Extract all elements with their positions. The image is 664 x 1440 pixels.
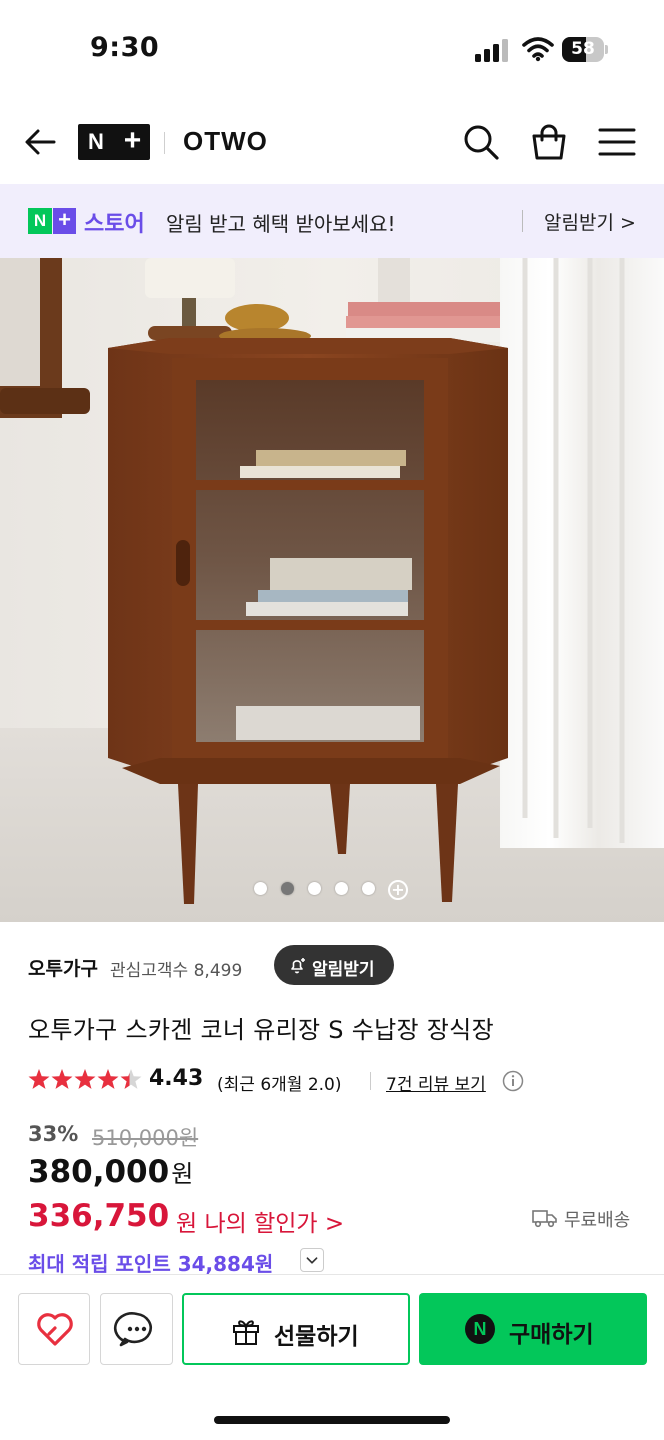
banner-subscribe-link[interactable]: 알림받기 > [544, 208, 636, 235]
wishlist-button[interactable] [18, 1293, 90, 1365]
chat-bubble-icon [114, 1312, 152, 1347]
status-bar: 9:30 58 [0, 0, 664, 100]
rating-value: 4.43 [149, 1066, 204, 1091]
store-name[interactable]: 오투가구 [28, 954, 98, 981]
search-icon[interactable] [461, 122, 501, 162]
free-shipping-label: 무료배송 [564, 1210, 631, 1231]
gift-label: 선물하기 [274, 1324, 359, 1350]
product-title: 오투가구 스카겐 코너 유리장 S 수납장 장식장 [28, 1016, 494, 1044]
rating-row: 4.43 (최근 6개월 2.0) 7건 리뷰 보기 [28, 1066, 648, 1098]
back-arrow-icon[interactable] [20, 122, 60, 162]
gift-icon [233, 1320, 259, 1345]
rating-stars-icon [28, 1069, 142, 1089]
wifi-icon [522, 37, 554, 62]
sale-price: 380,000원 [28, 1154, 193, 1190]
carousel-dot[interactable] [254, 882, 267, 895]
battery-percent: 58 [571, 39, 595, 59]
discount-rate: 33% [28, 1122, 79, 1146]
corner-cabinet-photo [0, 258, 664, 922]
banner-divider [522, 210, 523, 232]
star-filled [51, 1069, 73, 1089]
heart-icon [37, 1313, 73, 1346]
star-filled [28, 1069, 50, 1089]
battery-tip [605, 45, 608, 54]
home-indicator [214, 1416, 450, 1424]
truck-icon [532, 1210, 557, 1228]
status-time: 9:30 [90, 32, 160, 63]
star-filled [97, 1069, 119, 1089]
info-icon[interactable] [502, 1070, 524, 1092]
carousel-more-icon[interactable]: + [388, 880, 408, 900]
original-price: 510,000원 [92, 1126, 199, 1150]
naver-plus-logo[interactable]: N + [78, 124, 150, 160]
battery-icon: 58 [562, 37, 608, 62]
my-discount-price: 336,750 [28, 1198, 170, 1234]
free-shipping: 무료배송 [532, 1206, 648, 1232]
shopping-bag-icon[interactable] [529, 122, 569, 162]
max-points: 최대 적립 포인트 34,884원 [28, 1252, 274, 1276]
talk-talk-button[interactable] [100, 1293, 173, 1365]
rating-recent: (최근 6개월 2.0) [217, 1075, 342, 1095]
banner-brand: 스토어 [84, 212, 145, 237]
star-filled [74, 1069, 96, 1089]
banner-text: 알림 받고 혜택 받아보세요! [166, 212, 396, 236]
menu-icon[interactable] [597, 122, 637, 162]
store-notify-label: 알림받기 [312, 960, 375, 980]
buy-button[interactable]: N 구매하기 [419, 1293, 647, 1365]
sale-price-value: 380,000 [28, 1154, 170, 1190]
carousel-dot-active[interactable] [281, 882, 294, 895]
logo-plus: + [123, 124, 142, 157]
store-notify-button[interactable]: 알림받기 [274, 945, 394, 985]
cellular-signal-icon [475, 39, 508, 62]
naver-pay-icon: N [465, 1314, 495, 1344]
my-discount-link[interactable]: 원 나의 할인가 > [176, 1204, 344, 1238]
bell-plus-icon [291, 958, 305, 974]
carousel-dot[interactable] [335, 882, 348, 895]
carousel-dots[interactable]: + [252, 880, 422, 900]
price-block: 33% 510,000원 380,000원 336,750 원 나의 할인가 >… [28, 1120, 648, 1280]
buy-label: 구매하기 [509, 1322, 594, 1348]
review-link[interactable]: 7건 리뷰 보기 [386, 1070, 486, 1095]
gift-button[interactable]: 선물하기 [182, 1293, 410, 1365]
store-fans-count: 관심고객수 8,499 [110, 961, 243, 981]
banner-logo-n: N [28, 208, 52, 234]
notification-banner[interactable]: N + 스토어 알림 받고 혜택 받아보세요! 알림받기 > [0, 184, 664, 258]
chevron-down-icon[interactable] [300, 1248, 324, 1272]
banner-logo-plus: + [53, 208, 76, 234]
carousel-dot[interactable] [362, 882, 375, 895]
top-nav: N + OTWO [0, 100, 664, 184]
product-image[interactable] [0, 258, 664, 922]
store-name-link[interactable]: OTWO [183, 126, 268, 157]
logo-n: N [88, 129, 104, 154]
carousel-dot[interactable] [308, 882, 321, 895]
naver-plus-store-logo: N + [28, 208, 76, 234]
header-divider [164, 132, 165, 154]
rating-divider [370, 1072, 371, 1090]
battery-body: 58 [562, 37, 604, 62]
sale-price-unit: 원 [171, 1160, 194, 1188]
store-info: 오투가구 관심고객수 8,499 알림받기 [28, 944, 648, 988]
